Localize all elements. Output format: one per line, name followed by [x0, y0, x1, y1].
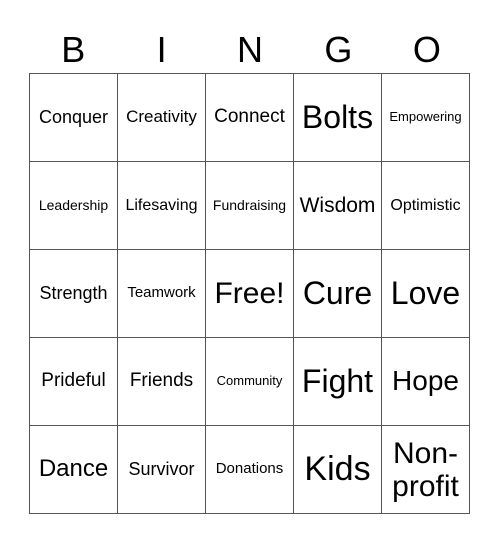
header-letter-n: N — [237, 29, 264, 70]
bingo-header: B I N G O — [29, 28, 471, 72]
header-letter-i: I — [156, 29, 167, 70]
bingo-cell[interactable]: Bolts — [294, 74, 382, 162]
bingo-cell[interactable]: Creativity — [118, 74, 206, 162]
header-letter-o: O — [412, 29, 441, 70]
bingo-cell[interactable]: Wisdom — [294, 162, 382, 250]
bingo-cell[interactable]: Strength — [30, 250, 118, 338]
bingo-cell[interactable]: Leadership — [30, 162, 118, 250]
bingo-cell[interactable]: Optimistic — [382, 162, 470, 250]
bingo-cell[interactable]: Community — [206, 338, 294, 426]
bingo-cell[interactable]: Prideful — [30, 338, 118, 426]
bingo-cell[interactable]: Non-profit — [382, 426, 470, 514]
bingo-cell[interactable]: Love — [382, 250, 470, 338]
bingo-cell[interactable]: Empowering — [382, 74, 470, 162]
bingo-cell[interactable]: Friends — [118, 338, 206, 426]
bingo-cell[interactable]: Connect — [206, 74, 294, 162]
header-letter-g: G — [324, 29, 353, 70]
bingo-cell[interactable]: Fundraising — [206, 162, 294, 250]
bingo-cell[interactable]: Fight — [294, 338, 382, 426]
bingo-cell[interactable]: Teamwork — [118, 250, 206, 338]
bingo-grid: Conquer Creativity Connect Bolts Empower… — [29, 73, 470, 514]
header-letter-b: B — [61, 29, 86, 70]
bingo-cell[interactable]: Kids — [294, 426, 382, 514]
bingo-cell[interactable]: Survivor — [118, 426, 206, 514]
bingo-cell[interactable]: Cure — [294, 250, 382, 338]
bingo-cell[interactable]: Lifesaving — [118, 162, 206, 250]
bingo-cell[interactable]: Conquer — [30, 74, 118, 162]
bingo-cell[interactable]: Hope — [382, 338, 470, 426]
bingo-cell[interactable]: Donations — [206, 426, 294, 514]
bingo-cell[interactable]: Dance — [30, 426, 118, 514]
free-space-cell[interactable]: Free! — [206, 250, 294, 338]
